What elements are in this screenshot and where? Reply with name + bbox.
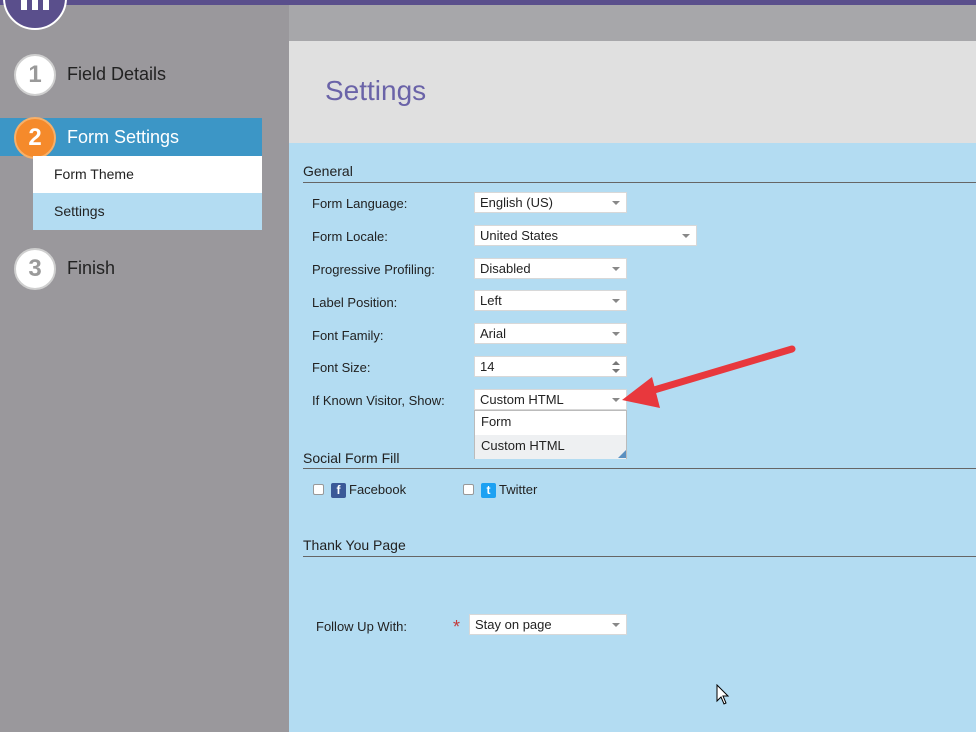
page-header: Settings: [289, 41, 976, 143]
divider: [303, 182, 976, 183]
select-value: English (US): [480, 195, 553, 210]
resize-grip-icon[interactable]: [618, 450, 626, 458]
label-position-label: Label Position:: [312, 295, 398, 310]
select-value: Custom HTML: [480, 392, 564, 407]
divider: [303, 556, 976, 557]
known-visitor-label: If Known Visitor, Show:: [312, 393, 445, 408]
step-field-details[interactable]: 1 Field Details: [0, 54, 262, 96]
form-language-select[interactable]: English (US): [474, 192, 627, 213]
facebook-checkbox[interactable]: [313, 484, 324, 495]
step-form-settings[interactable]: 2 Form Settings: [0, 117, 262, 159]
font-family-label: Font Family:: [312, 328, 384, 343]
page-title: Settings: [325, 75, 427, 106]
sidebar-item-settings[interactable]: Settings: [33, 193, 262, 230]
sidebar-item-form-theme[interactable]: Form Theme: [33, 156, 262, 193]
sidebar-item-label: Form Theme: [54, 166, 134, 182]
twitter-label: Twitter: [499, 482, 538, 497]
progressive-profiling-label: Progressive Profiling:: [312, 262, 435, 277]
facebook-label: Facebook: [349, 482, 407, 497]
step-number-badge: 1: [14, 54, 56, 96]
form-locale-label: Form Locale:: [312, 229, 388, 244]
step-label: Field Details: [67, 64, 167, 84]
chevron-down-icon: [612, 623, 620, 627]
form-language-label: Form Language:: [312, 196, 408, 211]
chevron-down-icon: [612, 201, 620, 205]
dropdown-option-custom-html[interactable]: Custom HTML: [475, 435, 626, 459]
step-number-badge: 2: [14, 117, 56, 159]
section-thankyou-heading: Thank You Page: [303, 537, 406, 553]
progressive-profiling-select[interactable]: Disabled: [474, 258, 627, 279]
select-value: Arial: [480, 326, 507, 341]
step-number-badge: 3: [14, 248, 56, 290]
marketo-logo[interactable]: [3, 0, 67, 30]
twitter-icon: t: [481, 483, 496, 498]
annotation-arrow-icon: [622, 345, 796, 408]
follow-up-select[interactable]: Stay on page: [469, 614, 627, 635]
select-value: United States: [480, 228, 559, 243]
label-position-select[interactable]: Left: [474, 290, 627, 311]
select-value: Disabled: [480, 261, 531, 276]
step-label: Finish: [67, 258, 116, 278]
section-social-heading: Social Form Fill: [303, 450, 400, 466]
sidebar-item-label: Settings: [54, 203, 105, 219]
chevron-down-icon: [612, 299, 620, 303]
select-value: Stay on page: [475, 617, 552, 632]
step-label: Form Settings: [67, 127, 180, 147]
divider: [303, 468, 976, 469]
main-top-strip: [289, 5, 976, 41]
stepper-value: 14: [480, 359, 495, 374]
step-finish[interactable]: 3 Finish: [0, 248, 262, 290]
form-locale-select[interactable]: United States: [474, 225, 697, 246]
select-value: Left: [480, 293, 502, 308]
chevron-down-icon: [612, 267, 620, 271]
facebook-icon: f: [331, 483, 346, 498]
follow-up-label: Follow Up With:: [316, 619, 408, 634]
chevron-down-icon: [612, 332, 620, 336]
font-size-label: Font Size:: [312, 360, 371, 375]
mouse-cursor-icon: [716, 684, 730, 705]
chevron-down-icon: [682, 234, 690, 238]
section-general-heading: General: [303, 163, 353, 179]
required-asterisk: *: [453, 617, 461, 637]
twitter-checkbox[interactable]: [463, 484, 474, 495]
